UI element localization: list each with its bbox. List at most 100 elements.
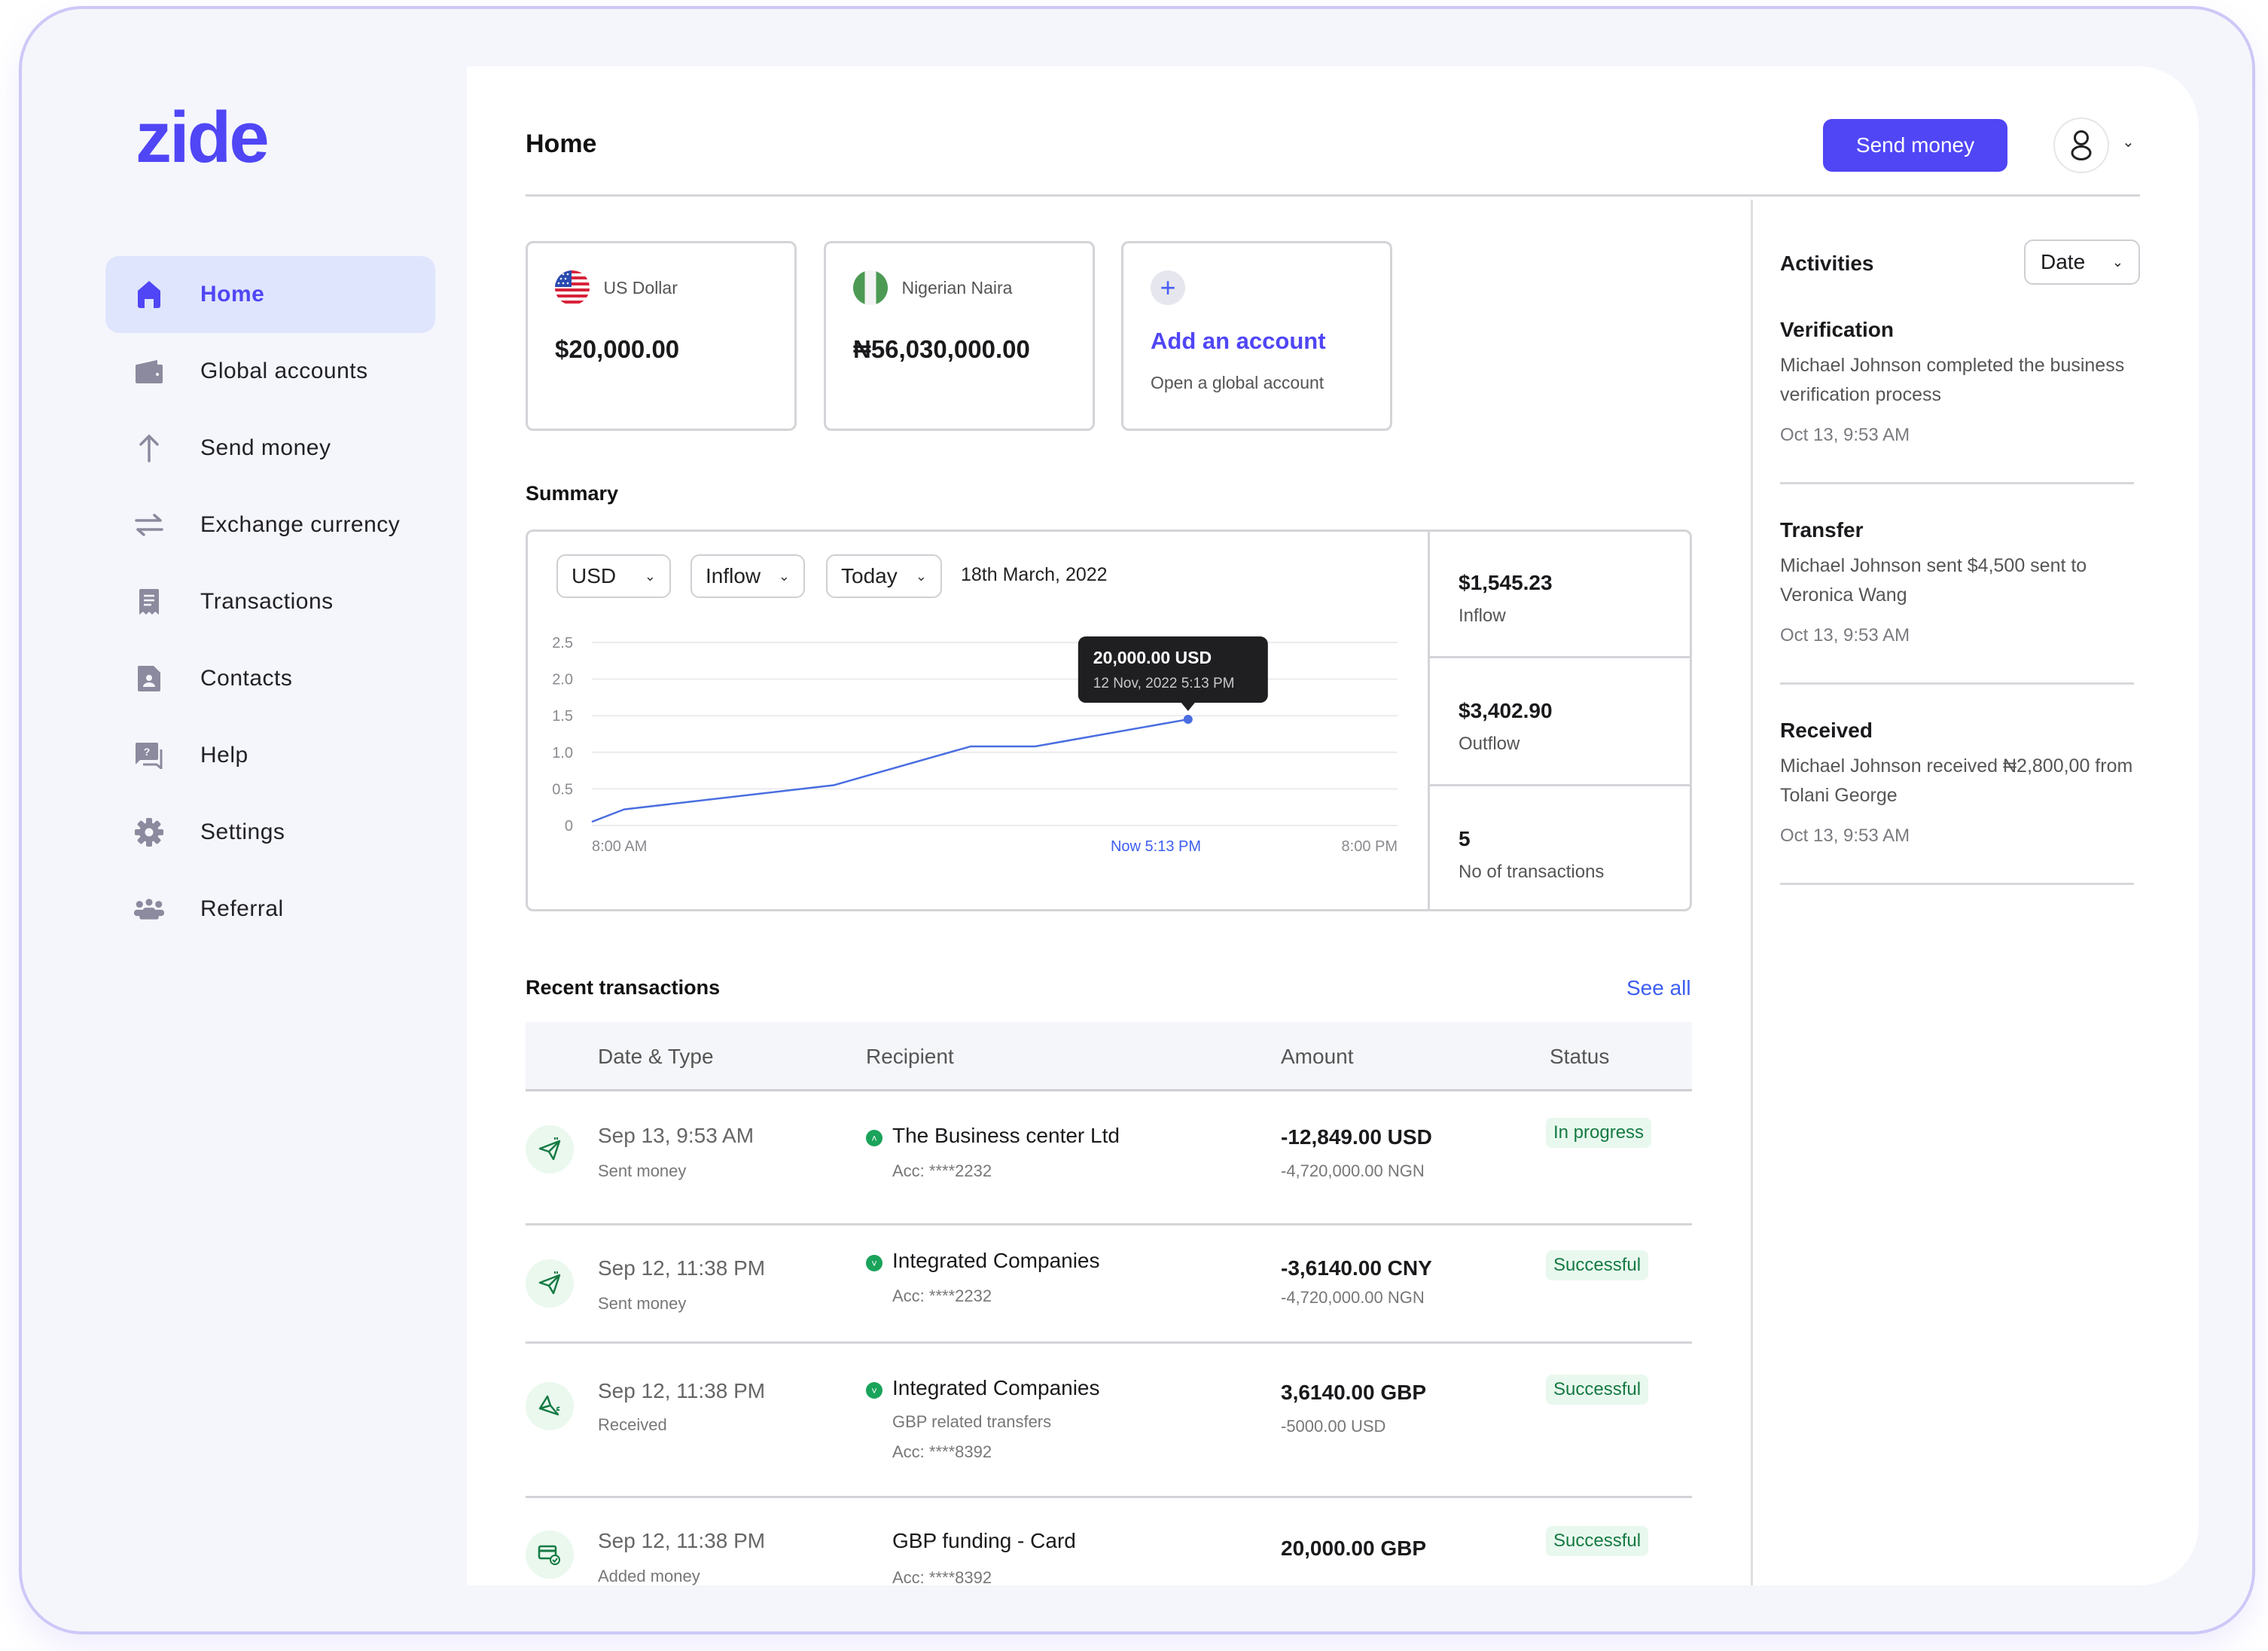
stat-value: $3,402.90 [1459, 699, 1553, 722]
sidebar-item-label: Settings [200, 819, 285, 844]
recipient-name: Integrated Companies [892, 1249, 1100, 1272]
sidebar-item-label: Exchange currency [200, 512, 401, 537]
recipient-name: The Business center Ltd [892, 1124, 1120, 1147]
recipient-account: Acc: ****2232 [892, 1161, 992, 1180]
status-badge: Successful [1546, 1375, 1649, 1405]
row-divider [526, 1223, 1692, 1225]
sidebar-nav: Home Global accounts Send money Exchange… [105, 256, 435, 948]
recipient-account: Acc: ****8392 [892, 1442, 992, 1461]
account-card-ngn[interactable]: Nigerian Naira ₦56,030,000.00 [824, 241, 1095, 431]
activities-divider [1751, 200, 1753, 1585]
home-icon [134, 279, 164, 310]
sidebar-item-exchange-currency[interactable]: Exchange currency [105, 487, 435, 563]
receipt-icon [134, 587, 164, 617]
see-all-link[interactable]: See all [1626, 976, 1691, 1000]
transaction-converted-amount: -4,720,000.00 NGN [1281, 1288, 1425, 1307]
column-header-status[interactable]: Status [1550, 1045, 1609, 1069]
activity-description: Michael Johnson received ₦2,800,00 from … [1780, 755, 2133, 806]
row-divider [526, 1496, 1692, 1498]
activity-item[interactable]: Received Michael Johnson received ₦2,800… [1780, 719, 2134, 847]
help-chat-icon: ? [134, 740, 164, 771]
column-header-amount[interactable]: Amount [1281, 1045, 1354, 1069]
activities-date-filter[interactable]: Date ⌄ [2024, 240, 2140, 285]
account-balance: $20,000.00 [555, 335, 680, 363]
activity-time: Oct 13, 9:53 AM [1780, 425, 1910, 445]
summary-panel: USD ⌄ Inflow ⌄ Today ⌄ 18th March, 2022 0 0.… [526, 529, 1692, 911]
send-plane-icon [526, 1125, 574, 1173]
sidebar-item-home[interactable]: Home [105, 256, 435, 333]
add-account-card[interactable]: + Add an account Open a global account [1121, 241, 1392, 431]
contact-card-icon [134, 664, 164, 694]
transaction-amount: -12,849.00 USD [1281, 1125, 1432, 1149]
transaction-amount: -3,6140.00 CNY [1281, 1256, 1432, 1280]
y-tick-label: 2.0 [552, 672, 573, 688]
plus-icon[interactable]: + [1151, 270, 1185, 305]
activity-item[interactable]: Verification Michael Johnson completed t… [1780, 318, 2134, 446]
sidebar-item-label: Help [200, 743, 248, 768]
sidebar-item-referral[interactable]: Referral [105, 871, 435, 948]
activities-filter-value: Date [2041, 250, 2086, 273]
inflow-line-chart: 0 0.5 1.0 1.5 2.0 2.5 8:00 AM Now 5:13 PM 8:00 P… [552, 635, 1398, 855]
transaction-type: Added money [598, 1567, 700, 1585]
tooltip-box [1078, 636, 1268, 703]
exchange-icon [134, 510, 164, 540]
x-tick-label: Now 5:13 PM [1111, 838, 1201, 855]
activity-title: Verification [1780, 318, 1894, 341]
period-select[interactable]: Today ⌄ [826, 554, 942, 598]
sidebar-item-label: Send money [200, 435, 331, 460]
currency-select[interactable]: USD ⌄ [556, 554, 671, 598]
stat-divider [1430, 784, 1692, 786]
stat-inflow: $1,545.23 Inflow [1430, 571, 1692, 627]
logo[interactable]: zide [136, 96, 270, 179]
table-row[interactable]: Sep 13, 9:53 AM Sent money ˄ The Busines… [526, 1115, 1692, 1228]
sidebar-item-transactions[interactable]: Transactions [105, 563, 435, 640]
tooltip-value: 20,000.00 USD [1093, 648, 1212, 667]
sidebar-item-label: Home [200, 282, 265, 307]
y-tick-label: 0 [565, 818, 573, 835]
transaction-type: Sent money [598, 1294, 687, 1313]
activity-divider [1780, 883, 2134, 885]
sidebar-item-label: Transactions [200, 589, 334, 614]
stat-value: $1,545.23 [1459, 571, 1553, 594]
sidebar-item-label: Global accounts [200, 359, 368, 383]
account-currency: Nigerian Naira [901, 277, 1013, 298]
activity-item[interactable]: Transfer Michael Johnson sent $4,500 sen… [1780, 518, 2134, 646]
account-card-usd[interactable]: US Dollar $20,000.00 [526, 241, 797, 431]
add-account-link[interactable]: Add an account [1151, 328, 1363, 355]
transaction-date: Sep 12, 11:38 PM [598, 1379, 766, 1402]
table-row[interactable]: Sep 12, 11:38 PM Added money GBP funding… [526, 1521, 1692, 1585]
sidebar-item-contacts[interactable]: Contacts [105, 640, 435, 717]
transaction-type: Received [598, 1415, 667, 1434]
table-row[interactable]: Sep 12, 11:38 PM Sent money ˅ Integrated… [526, 1244, 1692, 1357]
status-badge: In progress [1546, 1118, 1652, 1148]
data-point [1183, 715, 1193, 725]
series-line [591, 718, 1189, 823]
verified-icon: ˅ [866, 1255, 883, 1271]
sidebar-item-settings[interactable]: Settings [105, 794, 435, 871]
send-plane-icon [526, 1259, 574, 1308]
sidebar-item-help[interactable]: ? Help [105, 717, 435, 794]
table-row[interactable]: Sep 12, 11:38 PM Received ˅ Integrated C… [526, 1367, 1692, 1495]
period-select-value: Today [841, 564, 898, 587]
status-badge: Successful [1546, 1526, 1649, 1556]
stat-outflow: $3,402.90 Outflow [1430, 699, 1692, 755]
column-header-recipient[interactable]: Recipient [866, 1045, 954, 1069]
transaction-type: Sent money [598, 1161, 687, 1180]
activities-heading: Activities [1780, 252, 1874, 275]
activity-time: Oct 13, 9:53 AM [1780, 826, 1910, 846]
flow-select[interactable]: Inflow ⌄ [690, 554, 805, 598]
column-header-date-type[interactable]: Date & Type [598, 1045, 714, 1069]
y-tick-label: 1.0 [552, 745, 573, 761]
stat-caption: No of transactions [1459, 862, 1605, 882]
sidebar-item-global-accounts[interactable]: Global accounts [105, 333, 435, 410]
activity-divider [1780, 682, 2134, 685]
stat-caption: Outflow [1459, 734, 1520, 754]
activity-title: Transfer [1780, 518, 1864, 542]
recipient-account: Acc: ****8392 [892, 1568, 992, 1585]
stat-divider [1430, 656, 1692, 658]
recipient-name: GBP funding - Card [892, 1529, 1076, 1552]
x-tick-label: 8:00 AM [592, 838, 647, 855]
currency-select-value: USD [572, 564, 617, 587]
sidebar-item-send-money[interactable]: Send money [105, 410, 435, 487]
gear-icon [134, 817, 164, 847]
